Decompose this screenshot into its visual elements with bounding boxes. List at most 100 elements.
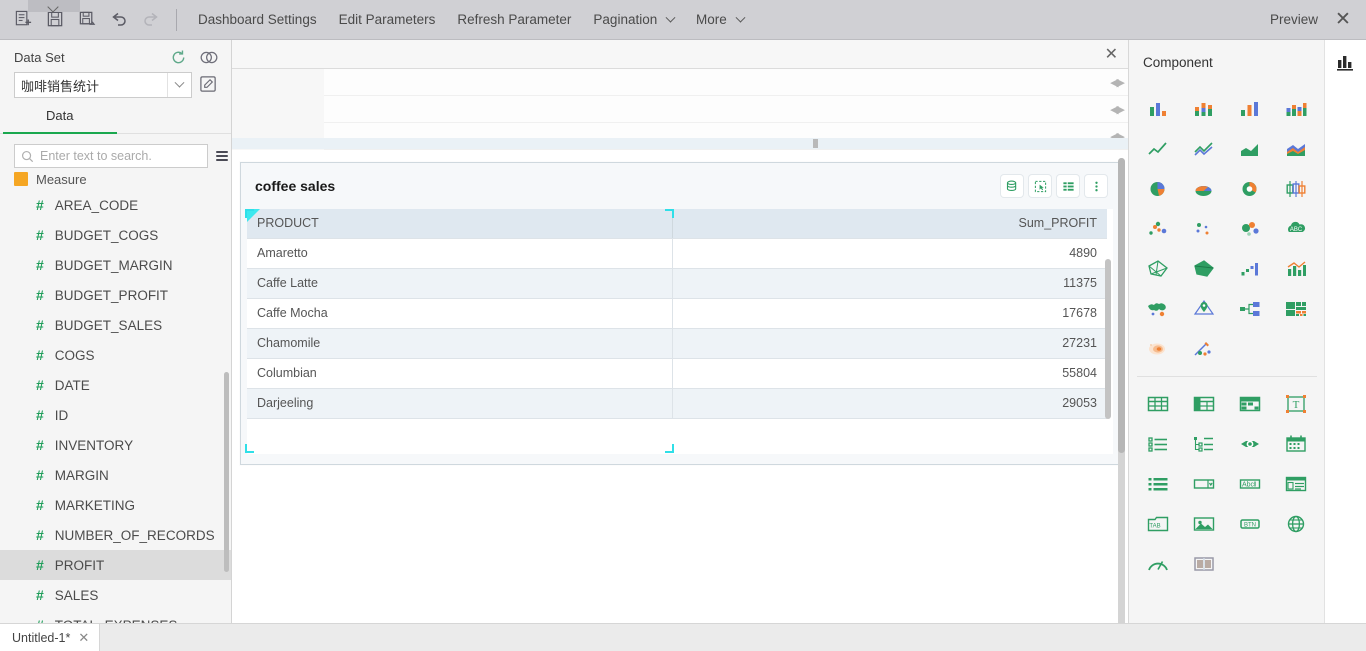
selection-handle-top-right[interactable] (665, 209, 674, 218)
table-icon[interactable] (1135, 387, 1181, 421)
column-chart-icon[interactable] (1135, 92, 1181, 126)
web-frame-icon[interactable] (1273, 507, 1319, 541)
data-source-icon[interactable] (1001, 175, 1023, 197)
table-row[interactable]: Amaretto 4890 (247, 238, 1107, 269)
list-box-icon[interactable] (1135, 467, 1181, 501)
heatmap-chart-icon[interactable] (1135, 332, 1181, 366)
table-widget[interactable]: coffee sales PRODUCT Sum_PROFIT Amaretto… (240, 162, 1120, 465)
form-icon[interactable] (1273, 467, 1319, 501)
scatter-chart-icon[interactable] (1135, 212, 1181, 246)
chart-panel-icon[interactable] (1325, 40, 1366, 84)
field-item[interactable]: # BUDGET_MARGIN (0, 250, 231, 280)
menu-refresh-parameter[interactable]: Refresh Parameter (446, 0, 582, 40)
preview-button[interactable]: Preview (1260, 12, 1328, 27)
scroll-thumb[interactable] (1118, 158, 1125, 453)
tab-data[interactable]: Data (46, 108, 73, 123)
image-icon[interactable] (1181, 507, 1227, 541)
cross-table-icon[interactable] (1227, 387, 1273, 421)
tree-diagram-icon[interactable] (1227, 292, 1273, 326)
resize-handle-icon[interactable]: ◀▶ (1110, 103, 1125, 116)
line-chart-icon[interactable] (1135, 132, 1181, 166)
field-list[interactable]: Measure # AREA_CODE # BUDGET_COGS # BUDGET_MA… (0, 172, 231, 623)
selection-handle-top-left[interactable] (245, 209, 254, 218)
donut-chart-icon[interactable] (1227, 172, 1273, 206)
text-input-icon[interactable]: Abc (1227, 467, 1273, 501)
stacked-bar-chart-icon[interactable] (1273, 92, 1319, 126)
canvas-vertical-scrollbar[interactable] (1118, 158, 1125, 623)
pie-3d-chart-icon[interactable] (1181, 172, 1227, 206)
more-options-icon[interactable] (1085, 175, 1107, 197)
field-item[interactable]: # BUDGET_PROFIT (0, 280, 231, 310)
group-table-icon[interactable] (1181, 387, 1227, 421)
area-chart-icon[interactable] (1227, 132, 1273, 166)
resize-handle-icon[interactable]: ◀▶ (1110, 76, 1125, 89)
dropdown-icon[interactable] (1181, 467, 1227, 501)
table-row[interactable]: Columbian 55804 (247, 358, 1107, 389)
top-panel-row[interactable]: ◀▶ (324, 69, 1128, 96)
bar-chart-icon[interactable] (1227, 92, 1273, 126)
column-header-sum-profit[interactable]: Sum_PROFIT (672, 209, 1107, 239)
list-view-icon[interactable] (1135, 427, 1181, 461)
field-options-icon[interactable] (216, 149, 228, 163)
map-chart-icon[interactable] (1135, 292, 1181, 326)
field-item[interactable]: #TOTAL_EXPENSES (0, 610, 231, 623)
multi-line-chart-icon[interactable] (1181, 132, 1227, 166)
tab-container-icon[interactable]: TAB (1135, 507, 1181, 541)
gauge-icon[interactable] (1135, 547, 1181, 581)
refresh-icon[interactable] (170, 49, 187, 66)
relation-icon[interactable] (199, 50, 219, 65)
button-icon[interactable]: BTN (1227, 507, 1273, 541)
word-cloud-icon[interactable]: ABC (1273, 212, 1319, 246)
waterfall-chart-icon[interactable] (1227, 252, 1273, 286)
table-scroll-area[interactable]: PRODUCT Sum_PROFIT Amaretto 4890 Caffe Lat… (247, 209, 1113, 454)
top-panel-scroll-strip[interactable] (232, 138, 1128, 149)
custom-chart-icon[interactable] (1181, 332, 1227, 366)
field-item[interactable]: # MARKETING (0, 490, 231, 520)
layout-panel-icon[interactable] (1181, 547, 1227, 581)
field-item[interactable]: # BUDGET_SALES (0, 310, 231, 340)
field-item[interactable]: # DATE (0, 370, 231, 400)
table-row[interactable]: Darjeeling 29053 (247, 388, 1107, 419)
close-icon[interactable]: ✕ (78, 630, 89, 646)
filled-radar-chart-icon[interactable] (1181, 252, 1227, 286)
table-row[interactable]: Caffe Latte 11375 (247, 268, 1107, 299)
field-item[interactable]: # AREA_CODE (0, 190, 231, 220)
field-item[interactable]: # SALES (0, 580, 231, 610)
field-item[interactable]: # MARGIN (0, 460, 231, 490)
edit-dataset-icon[interactable] (199, 75, 219, 95)
field-item[interactable]: # COGS (0, 340, 231, 370)
box-plot-icon[interactable] (1273, 172, 1319, 206)
dot-plot-icon[interactable] (1181, 212, 1227, 246)
field-item[interactable]: # ID (0, 400, 231, 430)
table-row[interactable]: Chamomile 27231 (247, 328, 1107, 359)
radar-chart-icon[interactable] (1135, 252, 1181, 286)
dataset-select[interactable]: 咖啡销售统计 (14, 72, 192, 98)
selection-handle-bottom-left[interactable] (245, 444, 254, 453)
treemap-chart-icon[interactable] (1273, 292, 1319, 326)
close-icon[interactable]: ✕ (1105, 44, 1118, 64)
menu-more[interactable]: More (685, 0, 755, 40)
selection-handle-bottom-right[interactable] (665, 444, 674, 453)
calendar-icon[interactable] (1273, 427, 1319, 461)
stacked-area-chart-icon[interactable] (1273, 132, 1319, 166)
menu-dashboard-settings[interactable]: Dashboard Settings (187, 0, 328, 40)
undo-icon[interactable] (104, 5, 134, 35)
stacked-column-chart-icon[interactable] (1181, 92, 1227, 126)
document-tab[interactable]: Untitled-1* ✕ (0, 624, 101, 651)
search-box[interactable] (14, 144, 208, 168)
dashboard-canvas[interactable]: ✕ ◀▶ ◀▶ ◀▶ coffee sales PRODUCT Sum_PROF… (232, 40, 1128, 623)
top-panel-row[interactable]: ◀▶ (324, 96, 1128, 123)
field-group-measure[interactable]: Measure (0, 172, 231, 190)
slider-icon[interactable] (1227, 427, 1273, 461)
field-item[interactable]: # NUMBER_OF_RECORDS (0, 520, 231, 550)
close-window-icon[interactable]: ✕ (1328, 5, 1358, 35)
collapse-ribbon-toggle[interactable] (28, 0, 80, 12)
field-list-scrollbar[interactable] (224, 372, 229, 572)
scroll-thumb[interactable] (813, 139, 818, 148)
search-input[interactable] (40, 149, 201, 163)
combo-chart-icon[interactable] (1273, 252, 1319, 286)
pie-chart-icon[interactable] (1135, 172, 1181, 206)
bubble-chart-icon[interactable] (1227, 212, 1273, 246)
column-header-product[interactable]: PRODUCT (247, 209, 673, 239)
menu-edit-parameters[interactable]: Edit Parameters (328, 0, 447, 40)
